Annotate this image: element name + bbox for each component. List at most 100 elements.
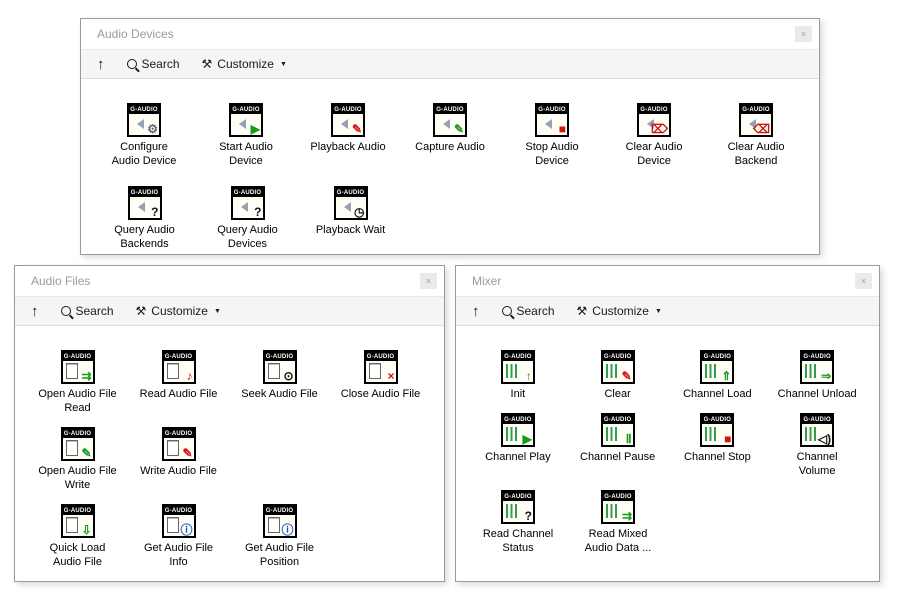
palette-item[interactable]: G-AUDIO ✎ Clear: [568, 350, 668, 401]
palette-item-label: Get Audio File Info: [144, 541, 213, 569]
vi-icon: G-AUDIO ◁): [800, 413, 834, 447]
palette-item[interactable]: G-AUDIO ■ Stop Audio Device: [501, 103, 603, 168]
palette-item[interactable]: G-AUDIO × Close Audio File: [330, 350, 431, 401]
palette-item[interactable]: G-AUDIO ↑ Init: [468, 350, 568, 401]
palette-item[interactable]: G-AUDIO ✎ Write Audio File: [128, 427, 229, 478]
close-button[interactable]: ×: [795, 26, 812, 42]
vi-banner-label: G-AUDIO: [164, 429, 194, 438]
title-bar[interactable]: Mixer ×: [456, 266, 879, 296]
vi-base-shape: [606, 504, 619, 518]
vi-base-shape: [167, 440, 179, 456]
palette-item[interactable]: G-AUDIO ▶ Channel Play: [468, 413, 568, 464]
palette-item[interactable]: G-AUDIO ⌫ Clear Audio Backend: [705, 103, 807, 168]
palette-item[interactable]: G-AUDIO ⌦ Clear Audio Device: [603, 103, 705, 168]
palette-item[interactable]: G-AUDIO ⊙ Seek Audio File: [229, 350, 330, 401]
palette-item[interactable]: G-AUDIO ♪ Read Audio File: [128, 350, 229, 401]
vi-base-shape: [336, 119, 348, 129]
vi-icon: G-AUDIO ⇒: [800, 350, 834, 384]
vi-base-shape: [234, 119, 246, 129]
vi-icon: G-AUDIO ⇉: [601, 490, 635, 524]
vi-glyph: ⇒: [821, 370, 831, 382]
vi-glyph-area: ✎: [333, 114, 363, 135]
palette-item[interactable]: G-AUDIO ✎ Playback Audio: [297, 103, 399, 154]
vi-icon: G-AUDIO ?: [128, 186, 162, 220]
customize-label: Customize: [217, 57, 274, 71]
vi-base-shape: [438, 119, 450, 129]
palette-item[interactable]: G-AUDIO ? Query Audio Backends: [93, 186, 196, 251]
vi-icon: G-AUDIO ⌫: [739, 103, 773, 137]
search-label: Search: [142, 57, 180, 71]
vi-icon: G-AUDIO ♪: [162, 350, 196, 384]
up-level-button[interactable]: ↑: [472, 304, 480, 319]
vi-banner-label: G-AUDIO: [164, 506, 194, 515]
vi-banner-label: G-AUDIO: [435, 105, 465, 114]
vi-icon: G-AUDIO ▶: [501, 413, 535, 447]
search-button[interactable]: Search: [127, 57, 180, 71]
search-icon: [502, 306, 512, 316]
search-button[interactable]: Search: [61, 304, 114, 318]
palette-window-mixer: Mixer × ↑ Search ⚒Customize▼ G-AUDIO ↑ I…: [455, 265, 880, 582]
up-level-button[interactable]: ↑: [31, 304, 39, 319]
vi-glyph-area: ✎: [63, 438, 93, 459]
palette-item-label: Playback Wait: [316, 223, 385, 237]
vi-banner-label: G-AUDIO: [802, 352, 832, 361]
palette-item-label: Channel Load: [683, 387, 752, 401]
vi-base-shape: [506, 504, 519, 518]
palette-item[interactable]: G-AUDIO ⓘ Get Audio File Info: [128, 504, 229, 569]
palette-item[interactable]: G-AUDIO ■ Channel Stop: [668, 413, 768, 464]
vi-banner-label: G-AUDIO: [537, 105, 567, 114]
close-button[interactable]: ×: [855, 273, 872, 289]
customize-button[interactable]: ⚒Customize▼: [136, 304, 221, 318]
close-icon: ×: [426, 276, 431, 286]
vi-glyph-area: ⇒: [802, 361, 832, 382]
up-level-button[interactable]: ↑: [97, 57, 105, 72]
vi-banner-label: G-AUDIO: [63, 429, 93, 438]
palette-item[interactable]: G-AUDIO ⓘ Get Audio File Position: [229, 504, 330, 569]
vi-glyph-area: ↑: [503, 361, 533, 382]
vi-base-shape: [705, 364, 718, 378]
vi-icon: G-AUDIO ⓘ: [162, 504, 196, 538]
palette-item[interactable]: G-AUDIO ⇉ Read Mixed Audio Data ...: [568, 490, 668, 555]
palette-item[interactable]: G-AUDIO ✎ Capture Audio: [399, 103, 501, 154]
palette-item[interactable]: G-AUDIO ⇒ Channel Unload: [767, 350, 867, 401]
customize-label: Customize: [151, 304, 208, 318]
palette-item-label: Open Audio File Read: [38, 387, 116, 415]
palette-item[interactable]: G-AUDIO ? Query Audio Devices: [196, 186, 299, 251]
vi-base-shape: [66, 517, 78, 533]
palette-item[interactable]: G-AUDIO ▶ Start Audio Device: [195, 103, 297, 168]
palette-body: G-AUDIO ↑ Init G-AUDIO ✎ Clear G-AUDIO ⇑…: [456, 326, 879, 567]
window-title: Audio Files: [31, 274, 90, 288]
close-icon: ×: [801, 29, 806, 39]
palette-item[interactable]: G-AUDIO ⚙ Configure Audio Device: [93, 103, 195, 168]
close-icon: ×: [861, 276, 866, 286]
palette-row: G-AUDIO ⚙ Configure Audio Device G-AUDIO…: [93, 103, 807, 186]
search-button[interactable]: Search: [502, 304, 555, 318]
palette-item[interactable]: G-AUDIO ◷ Playback Wait: [299, 186, 402, 237]
vi-glyph: ⌫: [753, 123, 770, 135]
palette-item-label: Configure Audio Device: [112, 140, 177, 168]
palette-item[interactable]: G-AUDIO ⇉ Open Audio File Read: [27, 350, 128, 415]
palette-row: G-AUDIO ↑ Init G-AUDIO ✎ Clear G-AUDIO ⇑…: [468, 350, 867, 413]
close-button[interactable]: ×: [420, 273, 437, 289]
palette-item-label: Query Audio Devices: [217, 223, 278, 251]
palette-row: G-AUDIO ▶ Channel Play G-AUDIO Ⅱ Channel…: [468, 413, 867, 490]
vi-glyph-area: ◁): [802, 424, 832, 445]
palette-item[interactable]: G-AUDIO ⇑ Channel Load: [668, 350, 768, 401]
palette-item[interactable]: G-AUDIO ⇩ Quick Load Audio File: [27, 504, 128, 569]
customize-button[interactable]: ⚒Customize▼: [577, 304, 662, 318]
vi-icon: G-AUDIO ⓘ: [263, 504, 297, 538]
vi-base-shape: [133, 202, 145, 212]
title-bar[interactable]: Audio Devices ×: [81, 19, 819, 49]
palette-item[interactable]: G-AUDIO ? Read Channel Status: [468, 490, 568, 555]
vi-base-shape: [268, 517, 280, 533]
vi-glyph: ×: [387, 370, 394, 382]
vi-glyph-area: ✎: [435, 114, 465, 135]
palette-item[interactable]: G-AUDIO Ⅱ Channel Pause: [568, 413, 668, 464]
vi-icon: G-AUDIO ✎: [433, 103, 467, 137]
title-bar[interactable]: Audio Files ×: [15, 266, 444, 296]
palette-item[interactable]: G-AUDIO ✎ Open Audio File Write: [27, 427, 128, 492]
palette-body: G-AUDIO ⇉ Open Audio File Read G-AUDIO ♪…: [15, 326, 444, 581]
customize-button[interactable]: ⚒Customize▼: [202, 57, 287, 71]
vi-glyph: ■: [724, 433, 731, 445]
palette-item[interactable]: G-AUDIO ◁) Channel Volume: [767, 413, 867, 478]
